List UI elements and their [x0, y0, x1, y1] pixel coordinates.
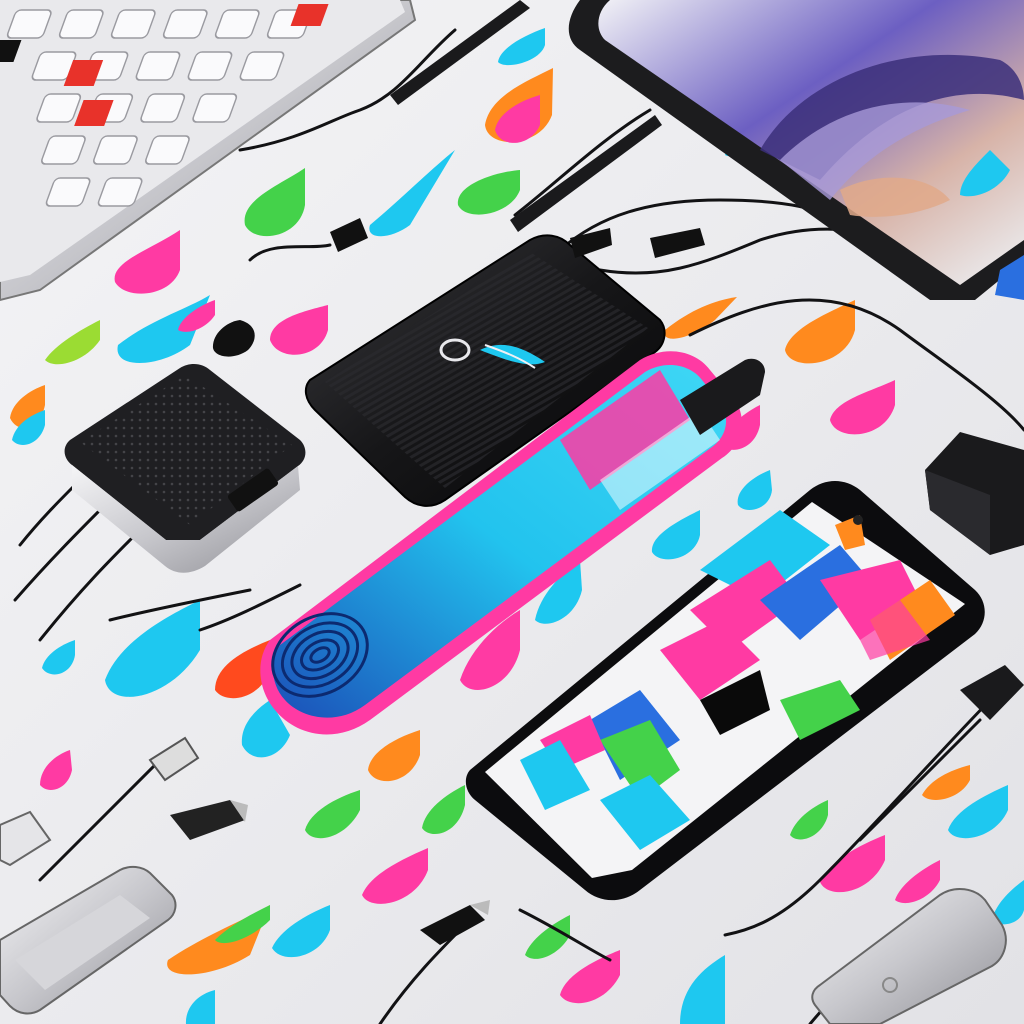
tech-gadgets-illustration: [0, 0, 1024, 1024]
illustration-canvas: [0, 0, 1024, 1024]
